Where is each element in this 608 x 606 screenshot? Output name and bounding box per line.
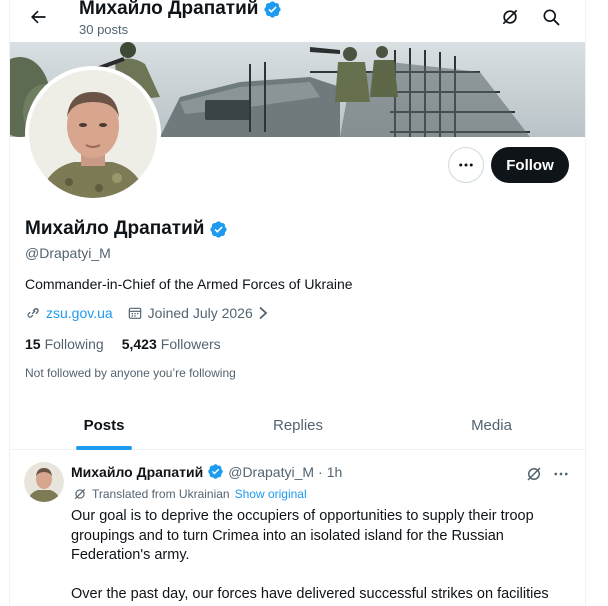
more-horizontal-icon [459,163,473,167]
website-link[interactable]: zsu.gov.ua [46,305,113,321]
tab-media[interactable]: Media [398,400,585,450]
tweet-text: Our goal is to deprive the occupiers of … [71,507,571,606]
tab-posts-label: Posts [83,416,125,434]
tweet-paragraph: Over the past day, our forces have deliv… [71,585,549,602]
translate-off-icon [502,9,518,25]
follow-button[interactable]: Follow [491,147,569,183]
arrow-left-icon [31,10,46,24]
tweet-more-button[interactable] [550,463,572,485]
profile-tabs: Posts Replies Media [10,400,585,450]
profile-name: Михайло Драпатий [25,218,228,240]
chevron-right-icon[interactable] [257,306,269,320]
following-count: 15 [25,336,41,352]
active-tab-indicator [76,446,132,450]
verified-badge-icon[interactable] [263,0,282,19]
page-frame: Михайло Драпатий 30 posts Follow Михайло… [0,0,608,606]
tab-posts[interactable]: Posts [10,400,198,450]
verified-badge-icon[interactable] [207,463,224,480]
more-horizontal-icon [554,472,568,476]
header-profile-name: Михайло Драпатий [79,0,282,20]
tweet-avatar[interactable] [24,462,64,502]
verified-badge-icon[interactable] [209,220,228,239]
back-button[interactable] [24,3,52,31]
profile-header: Михайло Драпатий 30 posts [10,0,585,42]
following-label: Following [44,336,104,352]
header-posts-count: 30 posts [79,22,129,37]
translate-toggle-button[interactable] [497,4,523,30]
header-name-text: Михайло Драпатий [79,0,259,19]
search-icon [543,9,560,26]
more-options-button[interactable] [448,147,484,183]
calendar-icon [127,305,143,321]
link-icon [25,305,41,321]
tweet-paragraph: Our goal is to deprive the occupiers of … [71,508,534,563]
translate-off-icon [527,467,541,481]
tab-replies[interactable]: Replies [198,400,398,450]
show-original-link[interactable]: Show original [235,487,307,501]
tweet[interactable]: Михайло Драпатий @Drapatyi_M · 1h Transl… [10,451,585,606]
joined-date: Joined July 2026 [147,305,253,321]
profile-name-text: Михайло Драпатий [25,218,205,239]
profile-bio: Commander-in-Chief of the Armed Forces o… [25,276,353,292]
tweet-header: Михайло Драпатий @Drapatyi_M · 1h [71,463,342,480]
profile-stats: 15 Following 5,423 Followers [25,336,221,352]
tweet-author-handle[interactable]: @Drapatyi_M [228,464,314,480]
followers-count: 5,423 [121,336,157,352]
tweet-separator-dot: · [318,463,323,480]
following-link[interactable]: 15 Following [25,336,104,352]
profile-meta: zsu.gov.ua Joined July 2026 [25,305,269,321]
tweet-translate-button[interactable] [523,463,545,485]
avatar-photo [29,70,157,198]
search-button[interactable] [538,4,564,30]
tweet-timestamp[interactable]: 1h [327,464,343,480]
tab-media-label: Media [471,416,512,434]
followers-link[interactable]: 5,423 Followers [122,336,221,352]
tweet-author-name[interactable]: Михайло Драпатий [71,464,203,480]
translation-note: Translated from Ukrainian Show original [73,487,307,501]
profile-avatar[interactable] [25,66,161,202]
translated-from-text: Translated from Ukrainian [92,487,230,501]
tab-replies-label: Replies [272,416,324,434]
profile-handle: @Drapatyi_M [25,245,111,261]
not-followed-note: Not followed by anyone you’re following [25,366,236,380]
translate-icon [74,488,86,500]
followers-label: Followers [160,336,221,352]
